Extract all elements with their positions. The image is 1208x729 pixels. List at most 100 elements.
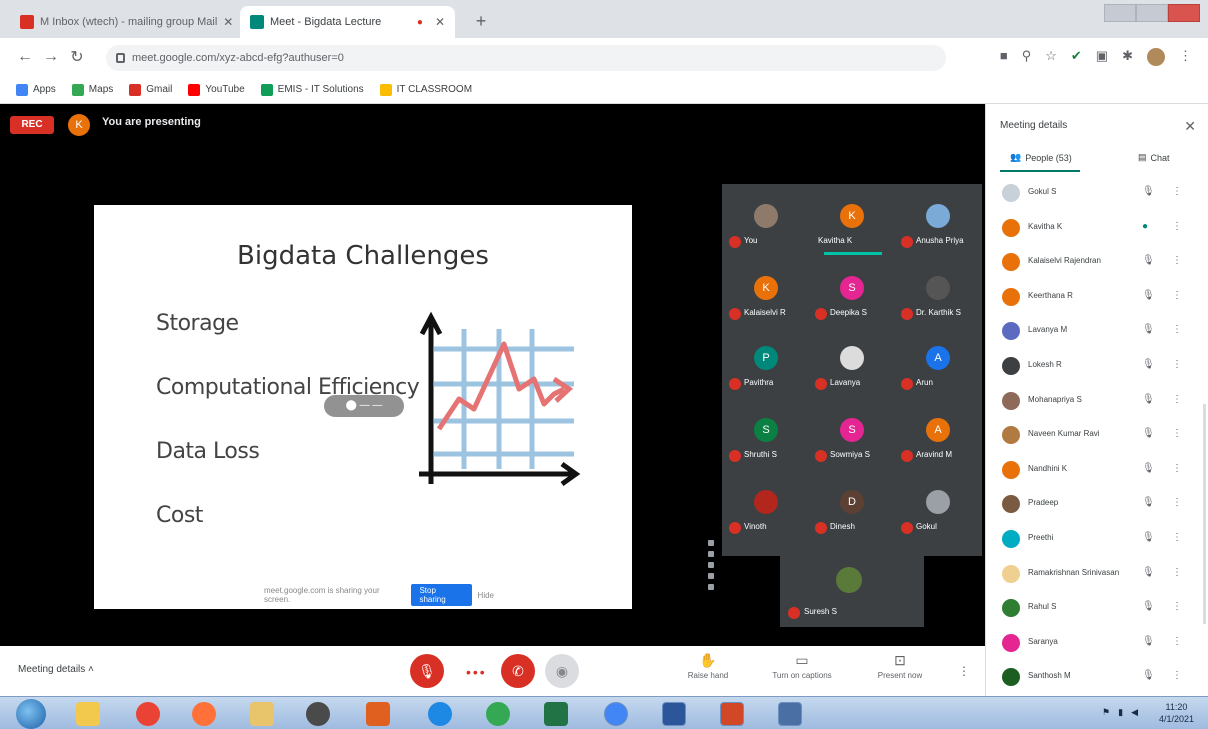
list-item[interactable]: Kavitha K ● ⋮ xyxy=(986,211,1206,246)
participant-tile[interactable]: Lavanya xyxy=(810,334,896,398)
tab-people[interactable]: 👥 People (53) xyxy=(1010,152,1072,163)
kebab-menu-icon[interactable]: ⋮ xyxy=(1172,359,1182,370)
list-item[interactable]: Lokesh R 🎙 ⋮ xyxy=(986,349,1206,384)
maximize-button[interactable] xyxy=(1136,4,1168,22)
participant-tile-large[interactable]: Suresh S xyxy=(780,555,924,627)
participant-tile[interactable]: P Pavithra xyxy=(724,334,810,398)
list-item[interactable]: Lavanya M 🎙 ⋮ xyxy=(986,314,1206,349)
meeting-details-button[interactable]: Meeting details ˄ xyxy=(18,664,94,675)
kebab-menu-icon[interactable]: ⋮ xyxy=(1172,463,1182,474)
ie-icon[interactable] xyxy=(428,702,452,726)
participant-tile[interactable]: Vinoth xyxy=(724,478,810,542)
flag-icon[interactable]: ⚑ xyxy=(1102,707,1110,718)
participant-tile[interactable]: A Arun xyxy=(896,334,982,398)
word-icon[interactable] xyxy=(662,702,686,726)
bookmark-maps[interactable]: Maps xyxy=(71,83,113,96)
kebab-menu-icon[interactable]: ⋮ xyxy=(1172,290,1182,301)
kebab-menu-icon[interactable]: ⋮ xyxy=(1172,636,1182,647)
participant-tile[interactable]: S Sowmiya S xyxy=(810,406,896,470)
kebab-menu-icon[interactable]: ⋮ xyxy=(1172,324,1182,335)
kebab-menu-icon[interactable]: ⋮ xyxy=(1172,221,1182,232)
participant-tile[interactable]: You xyxy=(724,192,810,256)
tab-meet[interactable]: Meet - Bigdata Lecture ● ✕ xyxy=(240,6,455,38)
kebab-menu-icon[interactable]: ⋮ xyxy=(1172,532,1182,543)
reload-icon[interactable]: ↻ xyxy=(64,47,90,67)
hang-up-button[interactable]: ✆ xyxy=(501,654,535,688)
excel-icon[interactable] xyxy=(544,702,568,726)
participant-tile[interactable]: D Dinesh xyxy=(810,478,896,542)
participant-tile[interactable]: A Aravind M xyxy=(896,406,982,470)
scrollbar[interactable] xyxy=(1203,404,1206,624)
extension-icon[interactable]: ▣ xyxy=(1096,48,1108,66)
bookmark-youtube[interactable]: YouTube xyxy=(188,83,245,96)
participant-tile[interactable]: K Kalaiselvi R xyxy=(724,264,810,328)
chrome-icon[interactable] xyxy=(136,702,160,726)
start-button[interactable] xyxy=(16,699,46,729)
grid-page-dots[interactable] xyxy=(708,540,718,598)
minimize-button[interactable] xyxy=(1104,4,1136,22)
list-item[interactable]: Mohanapriya S 🎙 ⋮ xyxy=(986,384,1206,419)
tab-chat[interactable]: ▤ Chat xyxy=(1138,152,1170,163)
stop-sharing-button[interactable]: Stop sharing xyxy=(411,584,472,606)
list-item[interactable]: Pradeep 🎙 ⋮ xyxy=(986,487,1206,522)
media-icon[interactable] xyxy=(366,702,390,726)
new-tab-button[interactable]: + xyxy=(470,10,492,32)
star-icon[interactable]: ☆ xyxy=(1045,48,1057,66)
firefox-icon[interactable] xyxy=(192,702,216,726)
user-icon[interactable] xyxy=(306,702,330,726)
list-item[interactable]: Rahul S 🎙 ⋮ xyxy=(986,591,1206,626)
camera-icon[interactable]: ■ xyxy=(1000,48,1008,66)
volume-icon[interactable]: ◀ xyxy=(1131,707,1138,718)
chrome-icon[interactable] xyxy=(486,702,510,726)
mic-toggle-button[interactable]: 🎙 xyxy=(410,654,444,688)
kebab-menu-icon[interactable]: ⋮ xyxy=(958,664,970,678)
zoom-icon[interactable]: ⚲ xyxy=(1022,48,1032,66)
kebab-menu-icon[interactable]: ⋮ xyxy=(1172,394,1182,405)
chrome-icon[interactable] xyxy=(604,702,628,726)
participant-tile[interactable]: S Shruthi S xyxy=(724,406,810,470)
list-item[interactable]: Keerthana R 🎙 ⋮ xyxy=(986,280,1206,315)
kebab-menu-icon[interactable]: ⋮ xyxy=(1172,497,1182,508)
list-item[interactable]: Nandhini K 🎙 ⋮ xyxy=(986,453,1206,488)
clock[interactable]: 11:20 4/1/2021 xyxy=(1159,701,1194,725)
network-icon[interactable]: ▮ xyxy=(1118,707,1123,718)
list-item[interactable]: Ramakrishnan Srinivasan 🎙 ⋮ xyxy=(986,557,1206,592)
list-item[interactable]: Preethi 🎙 ⋮ xyxy=(986,522,1206,557)
kebab-menu-icon[interactable]: ⋮ xyxy=(1172,670,1182,681)
hide-button[interactable]: Hide xyxy=(478,591,494,600)
check-icon[interactable]: ✔ xyxy=(1071,48,1082,66)
close-icon[interactable]: ✕ xyxy=(1184,118,1196,135)
back-arrow-icon[interactable]: ← xyxy=(12,48,38,66)
list-item[interactable]: Kalaiselvi Rajendran 🎙 ⋮ xyxy=(986,245,1206,280)
kebab-menu-icon[interactable]: ⋮ xyxy=(1172,567,1182,578)
more-dots-icon[interactable]: ••• xyxy=(466,664,487,680)
list-item[interactable]: Gokul S 🎙 ⋮ xyxy=(986,176,1206,211)
participant-tile[interactable]: Dr. Karthik S xyxy=(896,264,982,328)
list-item[interactable]: Naveen Kumar Ravi 🎙 ⋮ xyxy=(986,418,1206,453)
forward-arrow-icon[interactable]: → xyxy=(38,48,64,66)
powerpoint-icon[interactable] xyxy=(720,702,744,726)
captions-button[interactable]: ▭ Turn on captions xyxy=(762,652,842,680)
kebab-menu-icon[interactable]: ⋮ xyxy=(1172,255,1182,266)
list-item[interactable]: Saranya 🎙 ⋮ xyxy=(986,626,1206,661)
kebab-menu-icon[interactable]: ⋮ xyxy=(1179,48,1192,66)
participant-tile[interactable]: Gokul xyxy=(896,478,982,542)
window-close-button[interactable] xyxy=(1168,4,1200,22)
bookmark-gmail[interactable]: Gmail xyxy=(129,83,172,96)
explorer-icon[interactable] xyxy=(76,702,100,726)
kebab-menu-icon[interactable]: ⋮ xyxy=(1172,428,1182,439)
url-input[interactable]: meet.google.com/xyz-abcd-efg?authuser=0 xyxy=(106,45,946,71)
participant-tile[interactable]: Anusha Priya xyxy=(896,192,982,256)
puzzle-icon[interactable]: ✱ xyxy=(1122,48,1133,66)
tab-gmail[interactable]: M Inbox (wtech) - mailing group Mail ✕ xyxy=(10,6,240,38)
kebab-menu-icon[interactable]: ⋮ xyxy=(1172,601,1182,612)
participant-tile[interactable]: S Deepika S xyxy=(810,264,896,328)
close-icon[interactable]: ✕ xyxy=(223,15,233,29)
screen-icon[interactable] xyxy=(778,702,802,726)
present-now-button[interactable]: ⊡ Present now xyxy=(860,652,940,680)
bookmark-classroom[interactable]: IT CLASSROOM xyxy=(379,83,472,96)
avatar[interactable] xyxy=(1147,48,1165,66)
list-item[interactable]: Santhosh M 🎙 ⋮ xyxy=(986,660,1206,695)
bookmark-emis[interactable]: EMIS - IT Solutions xyxy=(260,83,364,96)
raise-hand-button[interactable]: ✋ Raise hand xyxy=(668,652,748,680)
